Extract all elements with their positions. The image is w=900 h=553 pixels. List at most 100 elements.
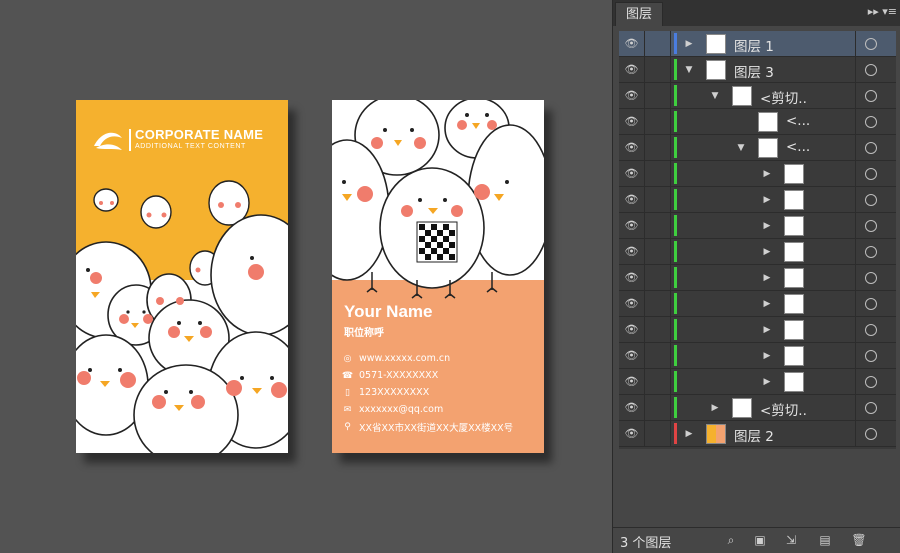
layer-name[interactable]: 图层 3: [734, 61, 774, 81]
layer-name[interactable]: <剪切..: [760, 399, 807, 419]
target-circle-icon[interactable]: [865, 402, 877, 414]
visibility-eye-icon[interactable]: 👁: [619, 83, 645, 108]
lock-toggle[interactable]: [645, 369, 671, 394]
visibility-eye-icon[interactable]: 👁: [619, 369, 645, 394]
tab-layers[interactable]: 图层: [615, 2, 664, 26]
visibility-eye-icon[interactable]: 👁: [619, 187, 645, 212]
logo-divider: [129, 129, 131, 151]
lock-toggle[interactable]: [645, 161, 671, 186]
business-card-back[interactable]: Your Name 职位称呼 ◎ www.xxxxx.com.cn ☎ 0571-X…: [332, 100, 544, 453]
panel-menu-icon[interactable]: ▸▸ ▾≡: [868, 5, 897, 18]
layer-row[interactable]: 👁 <...: [619, 109, 896, 135]
expand-arrow-icon[interactable]: ▶: [762, 169, 772, 179]
layer-row[interactable]: 👁 ▶ <剪切..: [619, 395, 896, 421]
layer-row[interactable]: 👁 ▶: [619, 161, 896, 187]
layer-row[interactable]: 👁 ▼ <剪切..: [619, 83, 896, 109]
lock-toggle[interactable]: [645, 135, 671, 160]
collapse-arrow-icon[interactable]: ▼: [736, 143, 746, 153]
target-circle-icon[interactable]: [865, 428, 877, 440]
layer-row[interactable]: 👁 ▶: [619, 343, 896, 369]
expand-arrow-icon[interactable]: ▶: [762, 351, 772, 361]
target-circle-icon[interactable]: [865, 220, 877, 232]
visibility-eye-icon[interactable]: 👁: [619, 265, 645, 290]
visibility-eye-icon[interactable]: 👁: [619, 343, 645, 368]
visibility-eye-icon[interactable]: 👁: [619, 213, 645, 238]
target-circle-icon[interactable]: [865, 142, 877, 154]
visibility-eye-icon[interactable]: 👁: [619, 161, 645, 186]
visibility-eye-icon[interactable]: 👁: [619, 291, 645, 316]
visibility-eye-icon[interactable]: 👁: [619, 395, 645, 420]
collapse-arrow-icon[interactable]: ▼: [710, 91, 720, 101]
visibility-eye-icon[interactable]: 👁: [619, 109, 645, 134]
collapse-arrow-icon[interactable]: ▼: [684, 65, 694, 75]
expand-arrow-icon[interactable]: ▶: [762, 377, 772, 387]
layer-row[interactable]: 👁 ▼ <...: [619, 135, 896, 161]
lock-toggle[interactable]: [645, 421, 671, 446]
layer-row[interactable]: 👁 ▶: [619, 291, 896, 317]
lock-toggle[interactable]: [645, 187, 671, 212]
visibility-eye-icon[interactable]: 👁: [619, 135, 645, 160]
lock-toggle[interactable]: [645, 395, 671, 420]
target-circle-icon[interactable]: [865, 350, 877, 362]
locate-object-icon[interactable]: ⌕: [723, 532, 739, 548]
expand-arrow-icon[interactable]: ▶: [684, 429, 694, 439]
target-circle-icon[interactable]: [865, 194, 877, 206]
business-card-front[interactable]: CORPORATE NAME ADDITIONAL TEXT CONTENT: [76, 100, 288, 453]
expand-arrow-icon[interactable]: ▶: [710, 403, 720, 413]
lock-toggle[interactable]: [645, 213, 671, 238]
expand-arrow-icon[interactable]: ▶: [762, 221, 772, 231]
expand-arrow-icon[interactable]: ▶: [762, 273, 772, 283]
expand-arrow-icon[interactable]: ▶: [762, 195, 772, 205]
layer-row[interactable]: 👁 ▶ 图层 1: [619, 31, 896, 57]
target-circle-icon[interactable]: [865, 90, 877, 102]
layer-row[interactable]: 👁 ▶: [619, 369, 896, 395]
visibility-eye-icon[interactable]: 👁: [619, 421, 645, 446]
new-sublayer-icon[interactable]: ⇲: [783, 532, 799, 548]
target-circle-icon[interactable]: [865, 376, 877, 388]
lock-toggle[interactable]: [645, 57, 671, 82]
layer-name[interactable]: 图层 2: [734, 425, 774, 445]
artboard-canvas[interactable]: CORPORATE NAME ADDITIONAL TEXT CONTENT Y…: [0, 0, 612, 553]
target-circle-icon[interactable]: [865, 168, 877, 180]
layer-row[interactable]: 👁 ▶ 图层 2: [619, 421, 896, 447]
layer-row[interactable]: 👁 ▶: [619, 265, 896, 291]
delete-layer-icon[interactable]: 🗑: [851, 532, 867, 548]
layers-list[interactable]: 👁 ▶ 图层 1 👁 ▼ 图层 3 👁 ▼ <剪切.. 👁 <... 👁 ▼ <... 👁 ▶ 👁 ▶ 👁 ▶ 👁 ▶ 👁 ▶…: [619, 31, 896, 449]
visibility-eye-icon[interactable]: 👁: [619, 57, 645, 82]
target-separator: [855, 317, 856, 342]
target-circle-icon[interactable]: [865, 64, 877, 76]
expand-arrow-icon[interactable]: ▶: [684, 39, 694, 49]
layer-name[interactable]: <剪切..: [760, 87, 807, 107]
target-circle-icon[interactable]: [865, 38, 877, 50]
target-circle-icon[interactable]: [865, 246, 877, 258]
lock-toggle[interactable]: [645, 317, 671, 342]
layer-thumbnail: [706, 34, 726, 54]
make-clipping-mask-icon[interactable]: ▣: [752, 532, 768, 548]
lock-toggle[interactable]: [645, 291, 671, 316]
target-circle-icon[interactable]: [865, 116, 877, 128]
target-circle-icon[interactable]: [865, 272, 877, 284]
lock-toggle[interactable]: [645, 265, 671, 290]
layer-row[interactable]: 👁 ▶: [619, 239, 896, 265]
layer-row[interactable]: 👁 ▶: [619, 187, 896, 213]
lock-toggle[interactable]: [645, 239, 671, 264]
layer-name[interactable]: 图层 1: [734, 35, 774, 55]
new-layer-icon[interactable]: ▤: [817, 532, 833, 548]
layer-row[interactable]: 👁 ▶: [619, 213, 896, 239]
visibility-eye-icon[interactable]: 👁: [619, 239, 645, 264]
layer-name[interactable]: <...: [786, 139, 810, 155]
visibility-eye-icon[interactable]: 👁: [619, 317, 645, 342]
layer-name[interactable]: <...: [786, 113, 810, 129]
lock-toggle[interactable]: [645, 31, 671, 56]
lock-toggle[interactable]: [645, 83, 671, 108]
expand-arrow-icon[interactable]: ▶: [762, 299, 772, 309]
expand-arrow-icon[interactable]: ▶: [762, 325, 772, 335]
expand-arrow-icon[interactable]: ▶: [762, 247, 772, 257]
lock-toggle[interactable]: [645, 109, 671, 134]
layer-row[interactable]: 👁 ▶: [619, 317, 896, 343]
layer-row[interactable]: 👁 ▼ 图层 3: [619, 57, 896, 83]
lock-toggle[interactable]: [645, 343, 671, 368]
target-circle-icon[interactable]: [865, 324, 877, 336]
visibility-eye-icon[interactable]: 👁: [619, 31, 645, 56]
target-circle-icon[interactable]: [865, 298, 877, 310]
